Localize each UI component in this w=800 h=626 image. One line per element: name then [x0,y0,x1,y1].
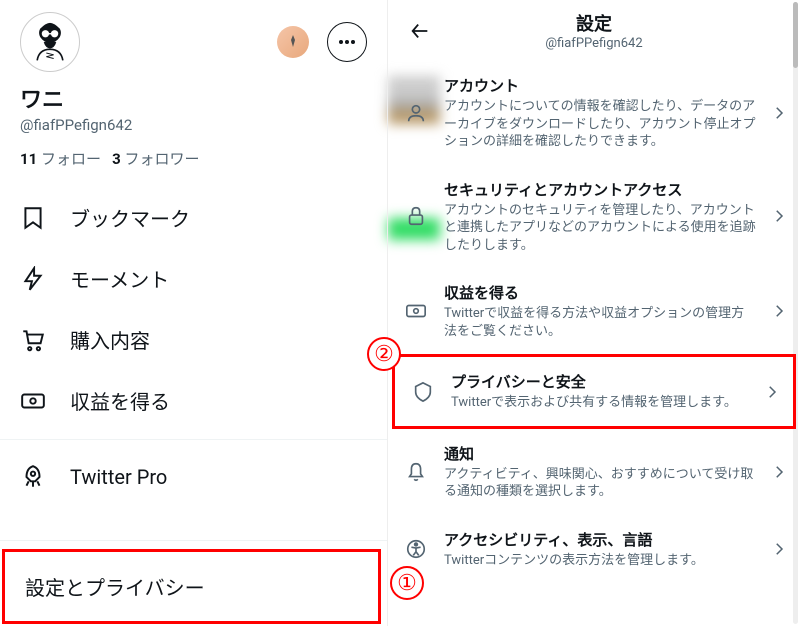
lock-icon [402,202,430,230]
avatar[interactable] [20,12,80,72]
annotation-2: ② [367,337,401,371]
nav-item-twitter-pro[interactable]: Twitter Pro [0,448,387,506]
nav-label: モーメント [70,264,169,293]
setting-item-monetization[interactable]: 収益を得る Twitterで収益を得る方法や収益オプションの管理方法をご覧くださ… [388,268,800,354]
chevron-right-icon [770,104,790,122]
setting-title: プライバシーと安全 [451,371,749,392]
nav-label: 設定とプライバシー [25,572,205,601]
nav-item-bookmarks[interactable]: ブックマーク [0,187,387,248]
setting-item-accessibility[interactable]: アクセシビリティ、表示、言語 Twitterコンテンツの表示方法を管理します。 [388,515,800,584]
nav-label: 収益を得る [70,386,170,415]
setting-desc: Twitterで収益を得る方法や収益オプションの管理方法をご覧ください。 [444,305,756,340]
chevron-right-icon [770,540,790,558]
setting-item-privacy[interactable]: ② プライバシーと安全 Twitterで表示および共有する情報を管理します。 [392,354,796,429]
bell-icon [402,458,430,486]
account-switcher-avatar[interactable] [277,26,309,58]
rocket-icon [20,464,46,490]
setting-title: 通知 [444,443,756,464]
more-button[interactable] [327,22,367,62]
page-title: 設定 [462,10,726,36]
setting-desc: アカウントのセキュリティを管理したり、アカウントと連携したアプリなどのアカウント… [444,202,756,255]
nav-item-settings-privacy[interactable]: 設定とプライバシー ① [2,549,381,624]
setting-title: アクセシビリティ、表示、言語 [444,529,756,550]
display-name[interactable]: ワニ [20,82,367,114]
setting-desc: Twitterで表示および共有する情報を管理します。 [451,394,749,412]
divider [0,540,387,541]
chevron-right-icon [770,302,790,320]
user-handle[interactable]: @fiafPPefign642 [20,116,367,134]
nav-item-monetization[interactable]: 収益を得る [0,370,387,431]
bookmark-icon [20,205,46,231]
follow-stats[interactable]: 11 フォロー 3 フォロワー [20,148,367,169]
person-icon [402,99,430,127]
money-icon [20,388,46,414]
divider [0,439,387,440]
money-icon [402,297,430,325]
chevron-right-icon [770,463,790,481]
setting-title: 収益を得る [444,282,756,303]
chevron-right-icon [770,207,790,225]
setting-desc: Twitterコンテンツの表示方法を管理します。 [444,552,756,570]
setting-desc: アカウントについての情報を確認したり、データのアーカイブをダウンロードしたり、ア… [444,98,756,151]
shield-icon [409,378,437,406]
setting-title: セキュリティとアカウントアクセス [444,179,756,200]
chevron-right-icon [763,383,783,401]
page-subtitle: @fiafPPefign642 [462,36,726,51]
nav-item-purchases[interactable]: 購入内容 [0,309,387,370]
setting-item-security[interactable]: セキュリティとアカウントアクセス アカウントのセキュリティを管理したり、アカウン… [388,165,800,269]
lightning-icon [20,266,46,292]
nav-item-moments[interactable]: モーメント [0,248,387,309]
setting-item-notifications[interactable]: 通知 アクティビティ、興味関心、おすすめについて受け取る通知の種類を選択します。 [388,429,800,515]
back-button[interactable] [402,13,438,49]
nav-label: Twitter Pro [70,465,167,489]
setting-title: アカウント [444,75,756,96]
nav-label: ブックマーク [70,203,190,232]
setting-desc: アクティビティ、興味関心、おすすめについて受け取る通知の種類を選択します。 [444,466,756,501]
setting-item-account[interactable]: アカウント アカウントについての情報を確認したり、データのアーカイブをダウンロー… [388,61,800,165]
accessibility-icon [402,535,430,563]
cart-icon [20,327,46,353]
nav-label: 購入内容 [70,325,150,354]
